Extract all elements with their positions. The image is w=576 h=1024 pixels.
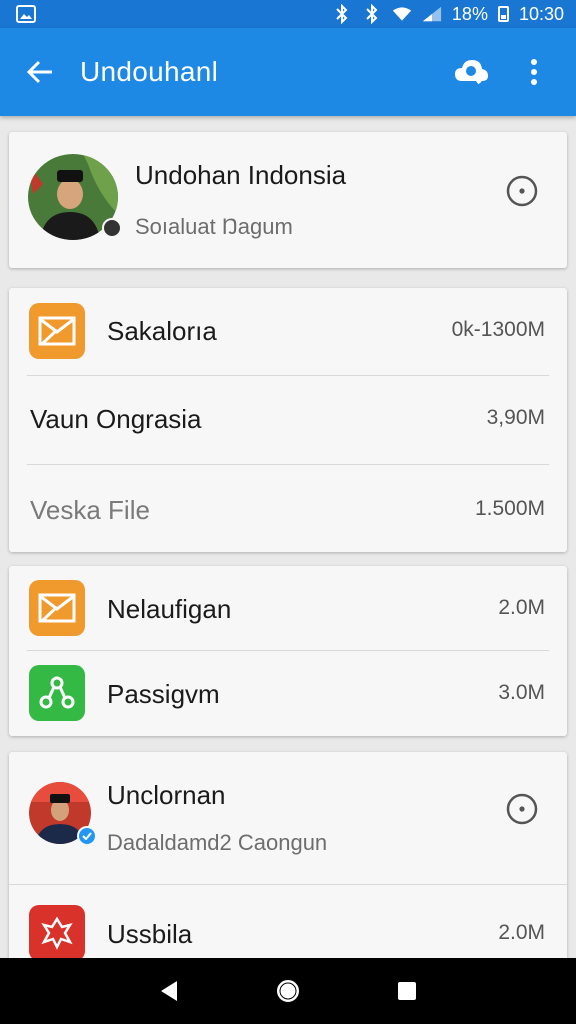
battery-icon <box>497 6 509 22</box>
contact-row[interactable]: Unclornan Dadaldamd2 Caongun <box>9 752 567 884</box>
list-item[interactable]: Nelaufigan 2.0M <box>9 566 567 650</box>
item-label: Ussbila <box>107 919 193 949</box>
gallery-notification-icon <box>16 4 36 24</box>
home-circle-icon <box>276 980 299 1002</box>
avatar <box>28 154 122 240</box>
page-title: Undouhanl <box>80 56 219 87</box>
contact-subtitle: Dadaldamd2 Caongun <box>107 830 328 855</box>
item-size: 1.500M <box>474 497 545 520</box>
contact-name: Unclornan <box>107 780 226 810</box>
navigation-bar <box>0 958 576 1024</box>
nav-recents-button[interactable] <box>385 969 429 1013</box>
mail-app-icon <box>29 303 85 359</box>
apps-group-card: Nelaufigan 2.0M Passigvm 3.0M <box>9 566 567 736</box>
battery-percent: 18% <box>451 3 488 24</box>
square-recents-icon <box>397 982 416 1000</box>
search-button[interactable] <box>450 50 494 94</box>
item-size: 0k-1300M <box>451 318 545 341</box>
status-bar: 18% 10:30 <box>0 0 576 28</box>
badge-icon <box>102 218 122 238</box>
cloud-search-icon <box>455 60 488 85</box>
info-icon[interactable] <box>505 174 539 208</box>
bluetooth-icon <box>332 4 352 24</box>
profile-subtitle: Soıaluat Ŋagum <box>135 214 293 239</box>
more-vert-icon <box>531 59 537 85</box>
mail-app-icon <box>29 580 85 636</box>
item-size: 3.0M <box>498 681 545 704</box>
nav-back-button[interactable] <box>147 969 191 1013</box>
red-app-icon <box>29 905 85 961</box>
back-button[interactable] <box>0 28 80 116</box>
share-app-icon <box>29 665 85 721</box>
info-icon[interactable] <box>505 792 539 826</box>
item-label: Nelaufigan <box>107 594 232 624</box>
item-label: Vaun Ongrasia <box>30 404 202 434</box>
storage-group-card: Sakalorıa 0k-1300M Vaun Ongrasia 3,90M V… <box>9 288 567 552</box>
list-item[interactable]: Vaun Ongrasia 3,90M <box>9 376 567 464</box>
nav-home-button[interactable] <box>266 969 310 1013</box>
avatar <box>29 782 97 846</box>
app-bar: Undouhanl <box>0 28 576 116</box>
item-size: 2.0M <box>498 921 545 944</box>
item-size: 2.0M <box>498 596 545 619</box>
profile-card[interactable]: Undohan Indonsia Soıaluat Ŋagum <box>9 132 567 268</box>
list-item[interactable]: Veska File 1.500M <box>9 465 567 552</box>
triangle-back-icon <box>161 981 178 1001</box>
list-item[interactable]: Sakalorıa 0k-1300M <box>9 288 567 374</box>
more-options-button[interactable] <box>512 50 556 94</box>
verified-icon <box>77 826 97 846</box>
profile-name: Undohan Indonsia <box>135 160 347 190</box>
item-size: 3,90M <box>486 406 545 429</box>
contact-card: Unclornan Dadaldamd2 Caongun Ussbila 2.0… <box>9 752 567 982</box>
clock: 10:30 <box>518 3 564 24</box>
wifi-icon <box>392 4 412 24</box>
vibrate-icon <box>362 4 382 24</box>
item-label: Veska File <box>30 495 150 525</box>
item-label: Sakalorıa <box>107 316 217 346</box>
signal-icon <box>422 4 442 24</box>
back-arrow-icon <box>26 60 52 84</box>
item-label: Passigvm <box>107 679 220 709</box>
list-item[interactable]: Passigvm 3.0M <box>9 651 567 736</box>
